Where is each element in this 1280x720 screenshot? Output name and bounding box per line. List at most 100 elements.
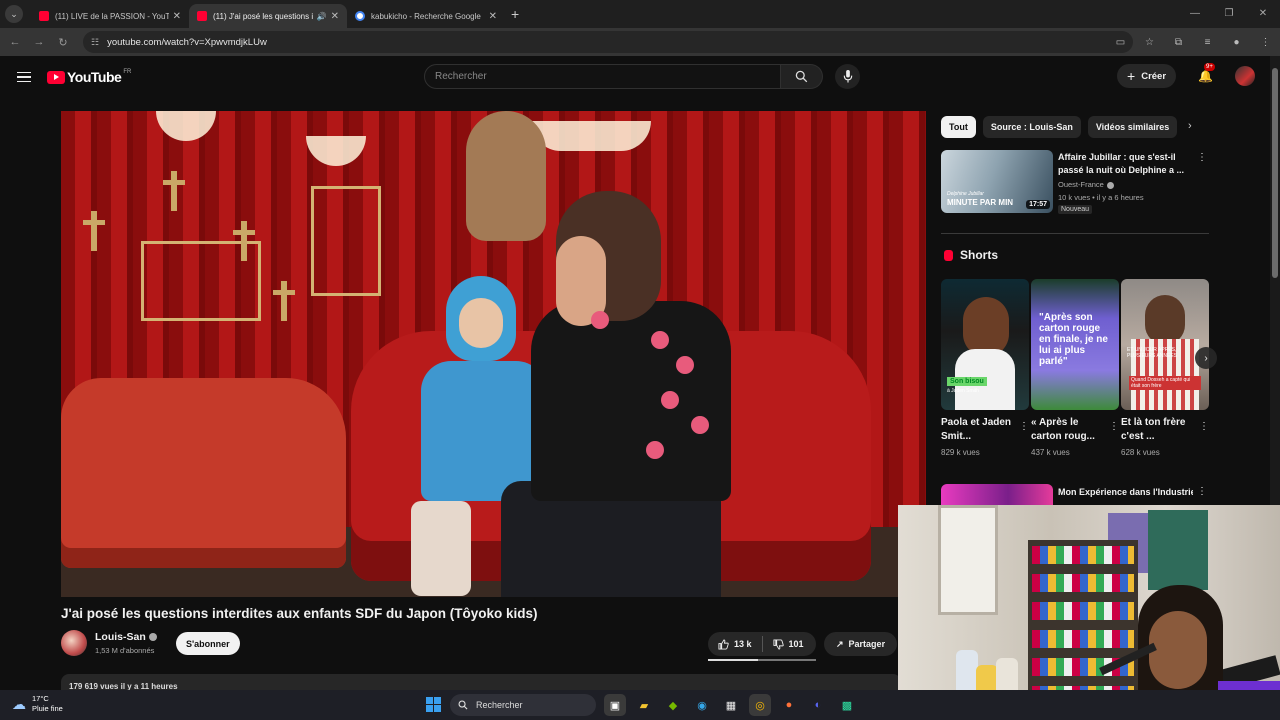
like-button[interactable]: 13 k (708, 636, 763, 652)
recommended-meta: 10 k vues • il y a 6 heures (1058, 193, 1144, 202)
close-window-icon[interactable]: ✕ (1246, 0, 1280, 28)
chip-source[interactable]: Source : Louis-San (982, 116, 1081, 138)
subscribe-button[interactable]: S'abonner (176, 632, 240, 655)
short-thumbnail[interactable]: Son bisou à Jaden Smith (941, 279, 1029, 410)
cast-icon[interactable]: ▭ (1106, 37, 1135, 48)
firefox-icon[interactable]: ● (778, 694, 800, 716)
file-explorer-icon[interactable]: ▰ (633, 694, 655, 716)
short-item[interactable]: Son bisou à Jaden Smith Paola et Jaden S… (941, 279, 1029, 457)
like-count: 13 k (734, 639, 752, 649)
country-code: FR (123, 69, 132, 75)
tab-title: kabukicho - Recherche Google (371, 11, 481, 21)
channel-avatar[interactable] (61, 630, 87, 656)
recommended-channel[interactable]: Ouest-France (1058, 180, 1114, 189)
chevron-right-icon[interactable]: › (1188, 120, 1192, 132)
tab-search-button[interactable]: ⌄ (5, 5, 23, 23)
store-icon[interactable]: ▦ (720, 694, 742, 716)
nvidia-icon[interactable]: ◆ (662, 694, 684, 716)
recommended-title[interactable]: Mon Expérience dans l'Industrie R🔴BN 🔥 a… (1058, 486, 1193, 499)
kebab-menu-icon[interactable]: ⋮ (1199, 421, 1209, 432)
verified-icon (1106, 181, 1114, 189)
edge-icon[interactable]: ◉ (691, 694, 713, 716)
close-icon[interactable]: ✕ (173, 11, 181, 22)
restore-icon[interactable]: ❐ (1212, 0, 1246, 28)
short-title: Et là ton frère c'est ... (1121, 417, 1186, 442)
close-icon[interactable]: ✕ (489, 11, 497, 22)
bookmark-star-icon[interactable]: ☆ (1135, 37, 1164, 48)
share-arrow-icon: ↗ (836, 638, 844, 649)
browser-tab-video[interactable]: (11) J'ai posé les questions interdites … (189, 4, 347, 28)
webcam-window (938, 505, 998, 615)
dislike-button[interactable]: 101 (763, 638, 814, 650)
kebab-menu-icon[interactable]: ⋮ (1019, 421, 1029, 432)
kebab-menu-icon[interactable]: ⋮ (1197, 152, 1207, 163)
short-item[interactable]: ET UN JOUR APRÈS, PLUSIEURS ANNÉES Quand… (1121, 279, 1209, 457)
task-view-icon[interactable]: ▣ (604, 694, 626, 716)
thumbs-down-icon (772, 638, 784, 650)
new-tab-plus-icon[interactable]: + (511, 6, 519, 22)
person-man (501, 191, 761, 597)
left-sofa (61, 378, 346, 568)
short-views: 437 k vues (1031, 448, 1070, 457)
kebab-menu-icon[interactable]: ⋮ (1197, 486, 1207, 497)
chip-tout[interactable]: Tout (941, 116, 976, 138)
header-actions: + Créer 🔔 9+ (1117, 63, 1255, 88)
taskbar-search[interactable]: Rechercher (450, 694, 596, 716)
chip-similar[interactable]: Vidéos similaires (1087, 116, 1178, 138)
video-title: J'ai posé les questions interdites aux e… (61, 606, 538, 621)
like-ratio-bar (708, 659, 816, 661)
youtube-logo[interactable]: YouTube FR (47, 69, 131, 85)
short-views: 628 k vues (1121, 448, 1160, 457)
forward-arrow-icon[interactable]: → (27, 36, 51, 48)
search-button[interactable] (781, 64, 823, 89)
notifications-button[interactable]: 🔔 9+ (1198, 63, 1215, 83)
short-item[interactable]: "Après son carton rouge en finale, je ne… (1031, 279, 1119, 457)
windows-start-icon[interactable] (426, 697, 441, 712)
discord-icon[interactable]: ◐ (807, 694, 829, 716)
voice-search-button[interactable] (835, 64, 860, 89)
short-title: Paola et Jaden Smit... (941, 417, 1012, 442)
browser-tab-live[interactable]: (11) LIVE de la PASSION - YouTube ✕ (31, 4, 189, 28)
duration-badge: 17:57 (1026, 200, 1050, 209)
tab-title: (11) LIVE de la PASSION - YouTube (55, 11, 169, 21)
section-divider (941, 233, 1209, 234)
video-thumbnail[interactable]: Delphine Jubillar MINUTE PAR MIN 17:57 (941, 150, 1053, 213)
browser-tab-google[interactable]: kabukicho - Recherche Google ✕ (347, 4, 505, 28)
extensions-icon[interactable]: ⧉ (1164, 37, 1193, 48)
channel-name[interactable]: Louis-San (95, 631, 157, 643)
app-icon[interactable]: ▩ (836, 694, 858, 716)
kebab-menu-icon[interactable]: ⋮ (1109, 421, 1119, 432)
speaker-icon[interactable]: 🔊 (317, 12, 327, 21)
shorts-header: Shorts (944, 248, 998, 262)
wall-cross (233, 221, 255, 261)
short-thumbnail[interactable]: "Après son carton rouge en finale, je ne… (1031, 279, 1119, 410)
kebab-menu-icon[interactable]: ⋮ (1251, 37, 1280, 48)
subscriber-count: 1,53 M d'abonnés (95, 646, 155, 655)
video-player[interactable] (61, 111, 926, 597)
scrollbar-thumb[interactable] (1272, 68, 1278, 278)
minimize-icon[interactable]: — (1178, 0, 1212, 28)
profile-icon[interactable]: ● (1222, 37, 1251, 48)
weather-widget[interactable]: ☁ 17°C Pluie fine (12, 694, 63, 714)
share-button[interactable]: ↗ Partager (824, 632, 898, 656)
close-icon[interactable]: ✕ (331, 11, 339, 22)
tab-title: (11) J'ai posé les questions interdites (213, 11, 313, 21)
recommended-title[interactable]: Affaire Jubillar : que s'est-il passé la… (1058, 151, 1193, 177)
short-thumbnail[interactable]: ET UN JOUR APRÈS, PLUSIEURS ANNÉES Quand… (1121, 279, 1209, 410)
recommended-video[interactable]: Delphine Jubillar MINUTE PAR MIN 17:57 A… (941, 150, 1211, 216)
chrome-icon[interactable]: ◎ (749, 694, 771, 716)
channel-text: Ouest-France (1058, 180, 1104, 189)
shelf-next-chevron-icon[interactable]: › (1195, 347, 1217, 369)
reload-icon[interactable]: ↻ (51, 36, 75, 49)
search-input[interactable] (424, 64, 781, 89)
account-avatar[interactable] (1235, 66, 1255, 86)
channel-row: Louis-San 1,53 M d'abonnés S'abonner 13 … (61, 630, 901, 661)
back-arrow-icon[interactable]: ← (3, 36, 27, 48)
address-bar[interactable]: ☷ youtube.com/watch?v=XpwvmdjkLUw (83, 31, 1133, 53)
webcam-overlay (898, 505, 1280, 720)
wall-cross (163, 171, 185, 211)
reading-list-icon[interactable]: ≡ (1193, 37, 1222, 48)
create-button[interactable]: + Créer (1117, 64, 1177, 88)
hamburger-menu-icon[interactable] (17, 71, 31, 83)
site-info-icon[interactable]: ☷ (91, 37, 99, 48)
